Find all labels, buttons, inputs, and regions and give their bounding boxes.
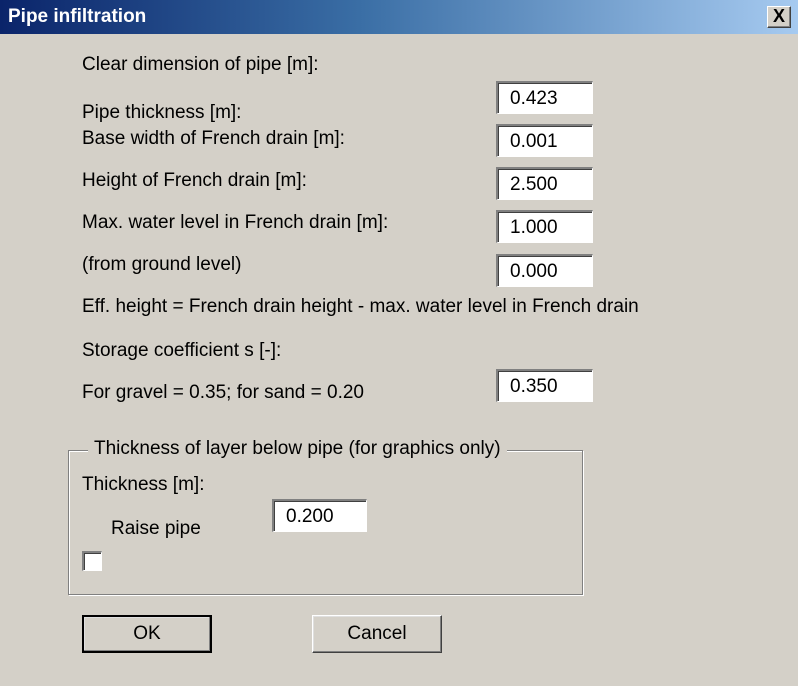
close-icon: X — [772, 6, 785, 26]
clear-dimension-input[interactable]: 0.423 — [496, 81, 593, 114]
group-legend: Thickness of layer below pipe (for graph… — [88, 438, 507, 460]
gravel-sand-note: For gravel = 0.35; for sand = 0.20 — [82, 382, 365, 403]
close-button[interactable]: X — [767, 6, 791, 28]
raise-pipe-checkbox[interactable] — [82, 551, 102, 571]
base-width-label: Base width of French drain [m]: — [82, 128, 345, 149]
drain-height-label: Height of French drain [m]: — [82, 170, 307, 191]
title-bar: Pipe infiltration X — [0, 0, 798, 34]
thickness-input[interactable]: 0.200 — [272, 499, 367, 532]
window-title: Pipe infiltration — [8, 6, 147, 27]
raise-pipe-label[interactable]: Raise pipe — [111, 518, 201, 540]
ok-button[interactable]: OK — [82, 615, 212, 653]
drain-height-input[interactable]: 1.000 — [496, 210, 593, 243]
thickness-label: Thickness [m]: — [82, 474, 205, 495]
clear-dimension-label: Clear dimension of pipe [m]: — [82, 54, 319, 75]
pipe-thickness-label: Pipe thickness [m]: — [82, 102, 242, 123]
storage-coefficient-label: Storage coefficient s [-]: — [82, 340, 282, 361]
eff-height-note: Eff. height = French drain height - max.… — [82, 296, 639, 317]
base-width-input[interactable]: 2.500 — [496, 167, 593, 200]
ground-level-note: (from ground level) — [82, 254, 242, 275]
storage-coefficient-input[interactable]: 0.350 — [496, 369, 593, 402]
pipe-thickness-input[interactable]: 0.001 — [496, 124, 593, 157]
max-water-level-label: Max. water level in French drain [m]: — [82, 212, 389, 233]
max-water-level-input[interactable]: 0.000 — [496, 254, 593, 287]
cancel-button[interactable]: Cancel — [312, 615, 442, 653]
